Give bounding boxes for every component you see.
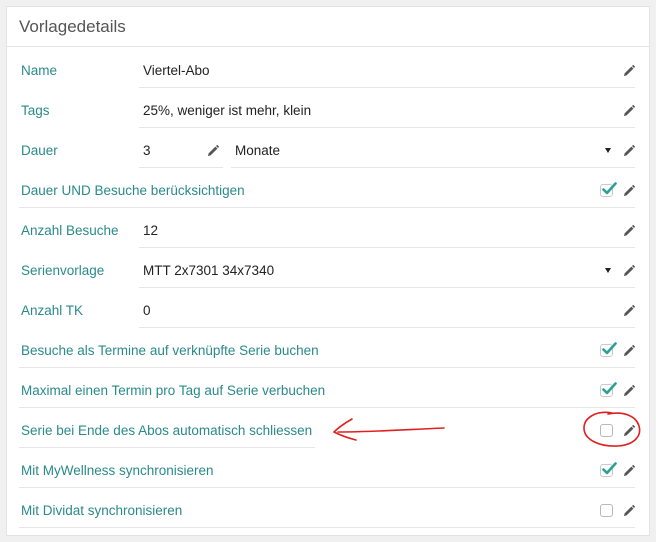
dauer-und-besuche-label: Dauer UND Besuche berücksichtigen [21,183,245,198]
row-besuche-termine: Besuche als Termine auf verknüpfte Serie… [19,331,635,371]
mywellness-checkbox[interactable] [600,462,617,477]
anzahl-tk-label: Anzahl TK [21,303,84,318]
pencil-icon[interactable] [623,425,635,437]
row-name: Name Viertel-Abo [19,51,635,91]
row-serie-schliessen: Serie bei Ende des Abos automatisch schl… [19,411,635,451]
row-dividat: Mit Dividat synchronisieren [19,491,635,531]
fields-list: Name Viertel-Abo Tags 25%, weniger ist m… [19,51,635,531]
pencil-icon[interactable] [623,505,635,517]
serie-schliessen-label: Serie bei Ende des Abos automatisch schl… [21,423,313,438]
pencil-icon[interactable] [623,225,635,237]
besuche-termine-checkbox[interactable] [600,342,617,357]
serie-schliessen-checkbox[interactable] [600,424,613,437]
max-termin-label: Maximal einen Termin pro Tag auf Serie v… [21,383,326,398]
serienvorlage-label: Serienvorlage [21,263,105,278]
pencil-icon[interactable] [623,145,635,157]
pencil-icon[interactable] [207,145,219,157]
pencil-icon[interactable] [623,465,635,477]
anzahl-besuche-label: Anzahl Besuche [21,223,119,238]
besuche-termine-label: Besuche als Termine auf verknüpfte Serie… [21,343,319,358]
pencil-icon[interactable] [623,265,635,277]
pencil-icon[interactable] [623,345,635,357]
dauer-und-besuche-checkbox[interactable] [600,182,617,197]
tags-value[interactable]: 25%, weniger ist mehr, klein [143,91,311,131]
caret-down-icon[interactable] [605,268,611,273]
panel-header: Vorlagedetails [7,7,649,47]
pencil-icon[interactable] [623,185,635,197]
panel-title: Vorlagedetails [19,16,126,36]
dauer-unit-select[interactable] [231,131,635,168]
serienvorlage-value[interactable]: MTT 2x7301 34x7340 [143,251,274,291]
pencil-icon[interactable] [623,385,635,397]
row-tags: Tags 25%, weniger ist mehr, klein [19,91,635,131]
dauer-value[interactable]: 3 [143,131,151,171]
dividat-checkbox[interactable] [600,504,613,517]
check-icon [602,462,617,475]
anzahl-tk-field[interactable] [139,291,635,328]
pencil-icon[interactable] [623,65,635,77]
check-icon [602,382,617,395]
row-anzahl-tk: Anzahl TK 0 [19,291,635,331]
row-anzahl-besuche: Anzahl Besuche 12 [19,211,635,251]
anzahl-tk-value[interactable]: 0 [143,291,151,331]
mywellness-label: Mit MyWellness synchronisieren [21,463,214,478]
tags-label: Tags [21,103,50,118]
caret-down-icon[interactable] [605,148,611,153]
dividat-label: Mit Dividat synchronisieren [21,503,183,518]
row-mywellness: Mit MyWellness synchronisieren [19,451,635,491]
anzahl-besuche-field[interactable] [139,211,635,248]
row-dauer: Dauer 3 Monate [19,131,635,171]
pencil-icon[interactable] [623,105,635,117]
check-icon [602,342,617,355]
max-termin-checkbox[interactable] [600,382,617,397]
name-field[interactable] [139,51,635,88]
anzahl-besuche-value[interactable]: 12 [143,211,158,251]
name-label: Name [21,63,58,78]
name-value[interactable]: Viertel-Abo [143,51,210,91]
pencil-icon[interactable] [623,305,635,317]
row-max-termin: Maximal einen Termin pro Tag auf Serie v… [19,371,635,411]
row-dauer-und-besuche: Dauer UND Besuche berücksichtigen [19,171,635,211]
row-serienvorlage: Serienvorlage MTT 2x7301 34x7340 [19,251,635,291]
dauer-label: Dauer [21,143,58,158]
dauer-unit-value[interactable]: Monate [235,131,280,171]
template-details-panel: Vorlagedetails Name Viertel-Abo Tags 25%… [6,6,650,536]
check-icon [602,182,617,195]
